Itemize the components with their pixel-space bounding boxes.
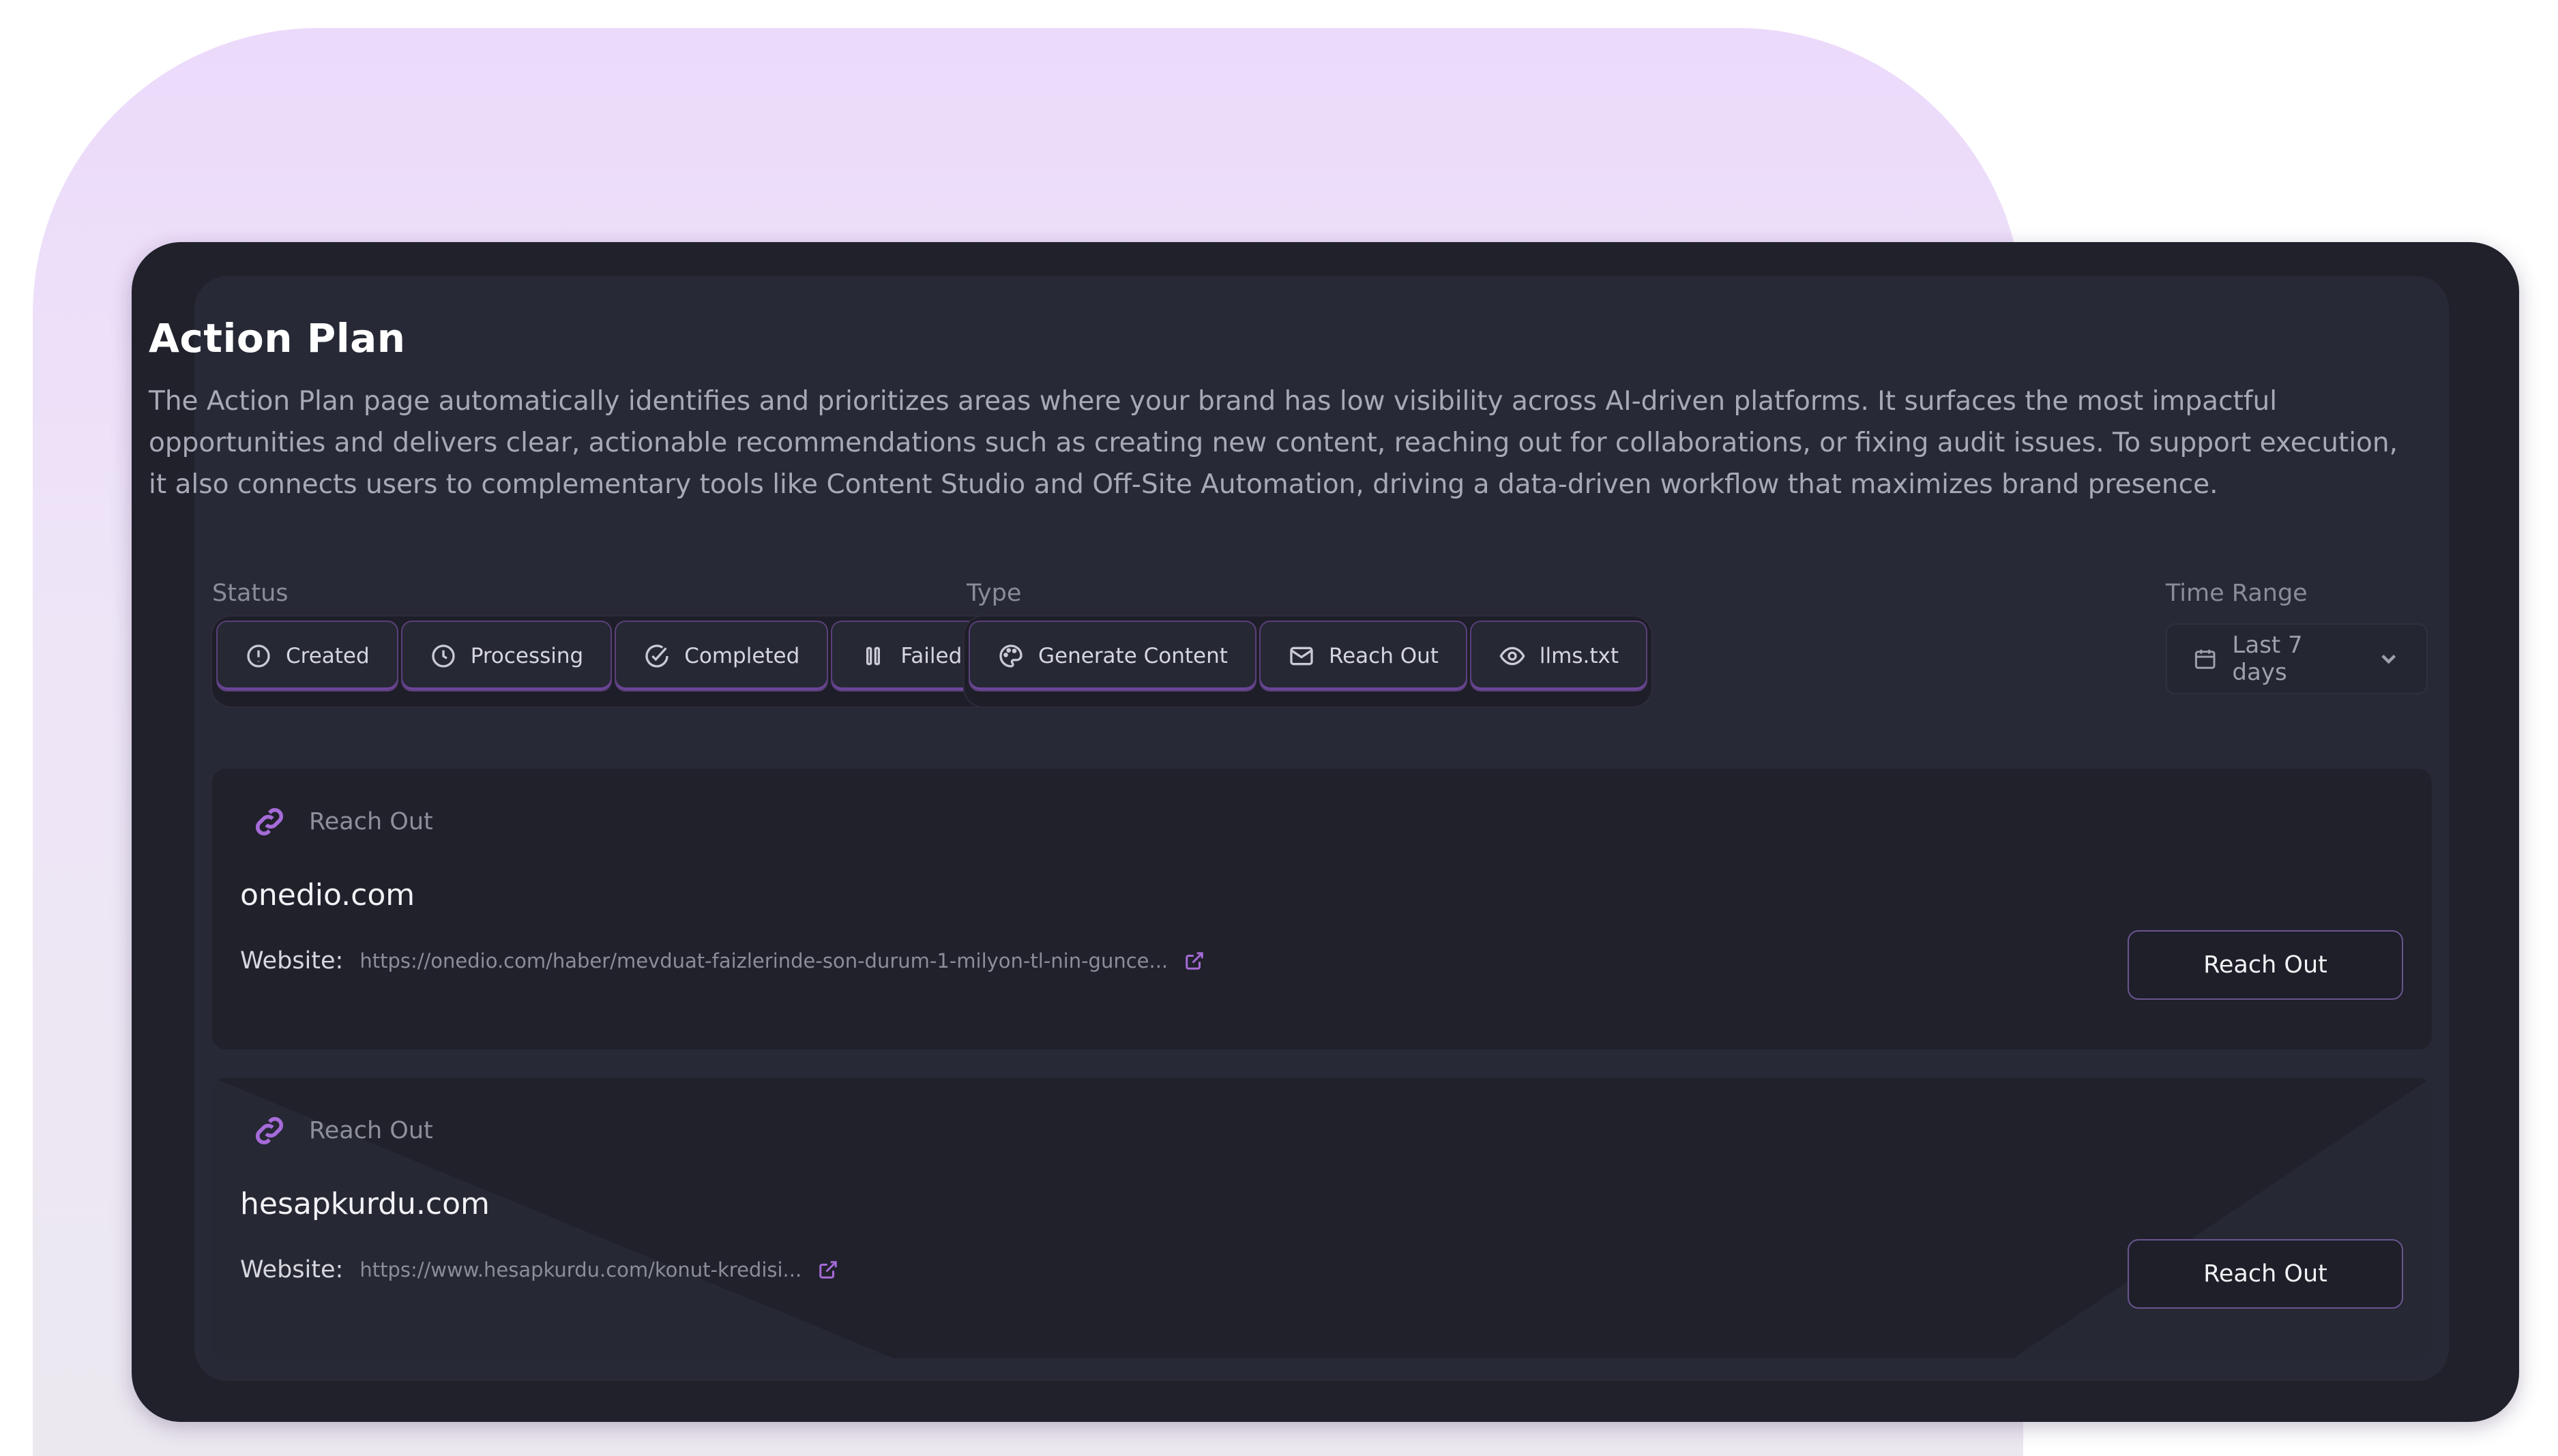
palette-icon [999,644,1023,668]
status-filter-group: Created Processing Completed Failed [212,616,995,707]
link-icon [256,1117,283,1144]
card-background-decoration [212,1078,2432,1358]
card-domain: hesapkurdu.com [240,1187,490,1221]
card-domain: onedio.com [240,878,415,912]
page-title: Action Plan [149,315,406,361]
time-range-label: Time Range [2166,580,2308,607]
reach-out-button[interactable]: Reach Out [2128,930,2403,1000]
status-completed-button[interactable]: Completed [615,621,829,692]
card-website: Website: https://onedio.com/haber/mevdua… [240,947,1205,975]
type-generate-content-label: Generate Content [1038,644,1228,668]
status-processing-button[interactable]: Processing [400,621,613,692]
type-llms-txt-button[interactable]: llms.txt [1469,621,1647,692]
clock-icon [432,644,455,668]
action-card: Reach Out onedio.com Website: https://on… [212,769,2432,1050]
mail-icon [1290,647,1313,666]
status-created-label: Created [286,644,370,668]
website-label: Website: [240,1256,344,1283]
card-type-label: Reach Out [309,808,433,835]
status-completed-label: Completed [684,644,800,668]
type-reach-out-button[interactable]: Reach Out [1259,621,1467,692]
card-website: Website: https://www.hesapkurdu.com/konu… [240,1256,838,1283]
card-type: Reach Out [250,1112,433,1150]
website-url-link[interactable]: https://www.hesapkurdu.com/konut-kredisi… [359,1258,802,1281]
card-type-label: Reach Out [309,1117,433,1144]
type-filter-group: Generate Content Reach Out llms.txt [965,616,1651,707]
external-link-icon[interactable] [1184,951,1205,971]
alert-circle-icon [247,644,270,668]
pause-icon [866,647,881,666]
status-created-button[interactable]: Created [216,621,398,692]
type-reach-out-label: Reach Out [1328,644,1439,668]
status-failed-label: Failed [900,644,962,668]
check-circle-icon [645,644,668,668]
time-range-select[interactable]: Last 7 days [2166,623,2428,694]
status-processing-label: Processing [470,644,584,668]
eye-icon [1499,647,1525,666]
type-llms-txt-label: llms.txt [1539,644,1619,668]
website-url-link[interactable]: https://onedio.com/haber/mevduat-faizler… [359,949,1168,972]
action-card: Reach Out hesapkurdu.com Website: https:… [212,1078,2432,1358]
type-generate-content-button[interactable]: Generate Content [969,621,1256,692]
card-type: Reach Out [250,803,433,841]
external-link-icon[interactable] [818,1260,838,1280]
time-range-value: Last 7 days [2232,632,2303,686]
website-label: Website: [240,947,344,975]
type-label: Type [967,580,1022,607]
chevron-down-icon [2381,655,2396,664]
reach-out-button[interactable]: Reach Out [2128,1239,2403,1309]
status-label: Status [212,580,289,607]
page-description: The Action Plan page automatically ident… [149,386,2398,500]
calendar-icon [2194,649,2216,669]
link-icon [256,808,283,835]
